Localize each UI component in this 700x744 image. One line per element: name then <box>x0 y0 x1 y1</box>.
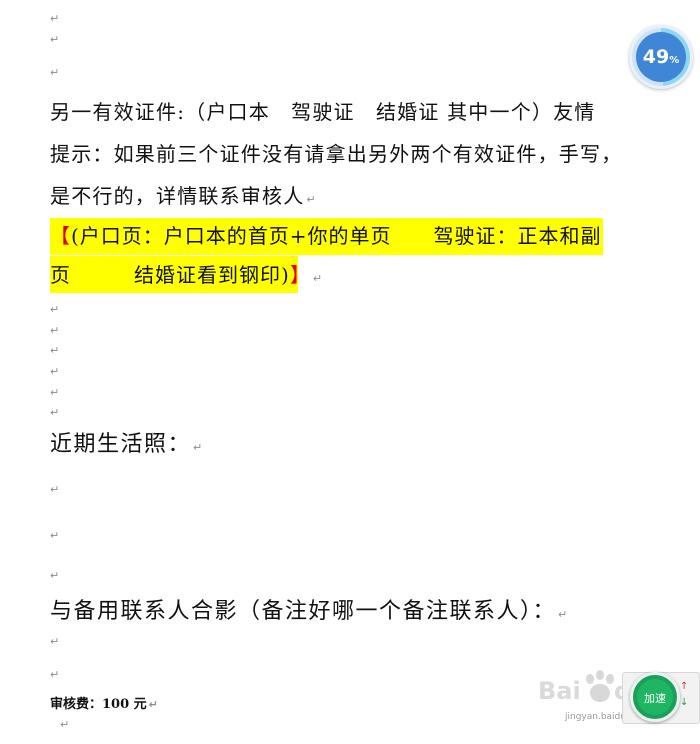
speed-boost-ball[interactable]: 加速 <box>630 672 680 722</box>
id-requirement-line-2: 提示：如果前三个证件没有请拿出另外两个有效证件，手写， <box>50 140 622 168</box>
open-bracket: 【 <box>50 224 71 248</box>
upload-arrow-icon: ↑ <box>680 681 689 692</box>
paragraph-mark: ↵ <box>558 608 569 621</box>
paragraph-mark: ↵ <box>193 441 204 454</box>
id-requirement-text: 是不行的，详情联系审核人 <box>50 184 305 208</box>
group-photo-heading-text: 与备用联系人合影（备注好哪一个备注联系人）： <box>50 599 557 624</box>
svg-text:Bai: Bai <box>538 677 581 705</box>
highlighted-note-text: (户口页：户口本的首页+你的单页 驾驶证：正本和副 <box>71 224 602 248</box>
progress-badge[interactable]: 49% <box>629 25 693 89</box>
recent-photo-heading-text: 近期生活照： <box>50 432 192 457</box>
paragraph-mark: ↵ <box>50 386 60 399</box>
paragraph-mark: ↵ <box>148 698 158 711</box>
paragraph-mark: ↵ <box>50 406 60 419</box>
download-arrow-icon: ↓ <box>680 697 689 708</box>
paragraph-mark: ↵ <box>50 324 60 337</box>
id-requirement-line-1: 另一有效证件:（户口本 驾驶证 结婚证 其中一个）友情 <box>50 98 596 126</box>
highlighted-note-line-1: 【(户口页：户口本的首页+你的单页 驾驶证：正本和副 <box>50 222 602 250</box>
progress-unit: % <box>669 55 680 66</box>
review-fee: 审核费：100 元 ↵ <box>50 697 158 713</box>
group-photo-heading: 与备用联系人合影（备注好哪一个备注联系人）： ↵ <box>50 597 569 630</box>
paragraph-mark: ↵ <box>50 33 60 46</box>
highlighted-note-line-2: 页 结婚证看到钢印)】 ↵ <box>50 261 323 293</box>
highlighted-note-text: 页 结婚证看到钢印) <box>50 263 290 287</box>
close-bracket: 】 <box>289 263 311 287</box>
paragraph-mark: ↵ <box>306 193 317 206</box>
paragraph-mark: ↵ <box>50 668 60 681</box>
recent-photo-heading: 近期生活照： ↵ <box>50 430 204 463</box>
paragraph-mark: ↵ <box>50 12 60 25</box>
paragraph-mark: ↵ <box>60 718 70 731</box>
progress-number: 49 <box>642 46 670 68</box>
paragraph-mark: ↵ <box>50 66 60 79</box>
paragraph-mark: ↵ <box>50 635 60 648</box>
paragraph-mark: ↵ <box>50 529 60 542</box>
paragraph-mark: ↵ <box>50 483 60 496</box>
review-fee-text: 审核费：100 元 <box>50 697 147 712</box>
speed-icon: 加速 <box>637 679 673 715</box>
document-page: ↵ ↵ ↵ 另一有效证件:（户口本 驾驶证 结婚证 其中一个）友情 提示：如果前… <box>0 0 700 744</box>
speed-boost-label: 加速 <box>644 692 666 705</box>
id-requirement-text: 另一有效证件:（户口本 驾驶证 结婚证 其中一个）友情 <box>50 100 596 124</box>
paragraph-mark: ↵ <box>50 344 60 357</box>
paragraph-mark: ↵ <box>50 569 60 582</box>
id-requirement-line-3: 是不行的，详情联系审核人 ↵ <box>50 182 317 214</box>
id-requirement-text: 提示：如果前三个证件没有请拿出另外两个有效证件，手写， <box>50 142 623 166</box>
paragraph-mark: ↵ <box>312 272 324 285</box>
paragraph-mark: ↵ <box>50 303 60 316</box>
paragraph-mark: ↵ <box>50 365 60 378</box>
progress-value: 49% <box>636 32 686 82</box>
